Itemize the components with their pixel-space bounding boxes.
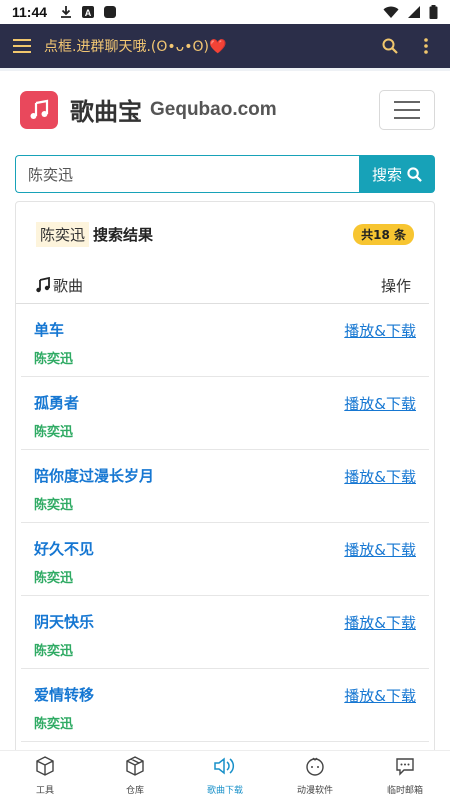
- song-title[interactable]: 陪你度过漫长岁月: [34, 465, 154, 486]
- hamburger-line: [394, 116, 420, 119]
- play-download-link[interactable]: 播放&下载: [344, 320, 416, 341]
- status-system-icons: [383, 5, 438, 19]
- play-download-link[interactable]: 播放&下载: [344, 539, 416, 560]
- logo[interactable]: [20, 90, 58, 129]
- song-title[interactable]: 爱情转移: [34, 684, 94, 705]
- play-download-link[interactable]: 播放&下载: [344, 393, 416, 414]
- box-icon: [124, 755, 146, 781]
- brand-name[interactable]: 歌曲宝: [70, 92, 142, 127]
- results-label: 搜索结果: [93, 226, 154, 244]
- nav-item[interactable]: 歌曲下载: [180, 751, 270, 800]
- search-bar: 搜索: [15, 155, 435, 193]
- bottom-navigation: 工具 仓库 歌曲下载 动漫软件 临时邮箱: [0, 750, 450, 800]
- site-header: 歌曲宝 Gequbao.com: [0, 68, 450, 148]
- search-icon: [382, 38, 398, 54]
- song-artist[interactable]: 陈奕迅: [34, 713, 73, 732]
- app-square-icon: [104, 6, 117, 18]
- results-card: 陈奕迅 搜索结果 共18 条 歌曲 操作 单车 陈奕迅 播放&下载 孤勇者 陈奕迅 播放&…: [15, 201, 435, 761]
- search-input[interactable]: [15, 155, 359, 193]
- face-icon: [304, 755, 326, 781]
- results-header: 陈奕迅 搜索结果 共18 条: [16, 202, 434, 267]
- song-artist[interactable]: 陈奕迅: [34, 567, 73, 586]
- hamburger-line: [394, 100, 420, 103]
- nav-item[interactable]: 临时邮箱: [360, 751, 450, 800]
- nav-item-label: 临时邮箱: [386, 786, 423, 796]
- song-row: 阴天快乐陈奕迅 播放&下载: [21, 596, 429, 669]
- song-artist[interactable]: 陈奕迅: [34, 348, 73, 367]
- nav-toggle-button[interactable]: [379, 89, 435, 130]
- nav-item[interactable]: 动漫软件: [270, 751, 360, 800]
- song-title[interactable]: 阴天快乐: [34, 611, 94, 632]
- query-tag: 陈奕迅: [36, 222, 90, 247]
- svg-text:A: A: [85, 8, 92, 18]
- nav-item[interactable]: 仓库: [90, 751, 180, 800]
- brand-domain[interactable]: Gequbao.com: [150, 99, 277, 121]
- song-row: 孤勇者陈奕迅 播放&下载: [21, 377, 429, 450]
- app-bar: 点框.进群聊天哦.(ʘ•ᴗ•ʘ)❤️: [0, 24, 450, 68]
- song-row: 单车陈奕迅 播放&下载: [21, 304, 429, 377]
- search-icon: [407, 166, 422, 182]
- search-button[interactable]: 搜索: [359, 155, 435, 193]
- music-note-icon: [30, 99, 49, 119]
- play-download-link[interactable]: 播放&下载: [344, 685, 416, 706]
- download-icon: [61, 6, 72, 18]
- signal-icon: [408, 6, 420, 18]
- song-title[interactable]: 孤勇者: [34, 392, 79, 413]
- menu-button[interactable]: [10, 34, 34, 58]
- column-header: 歌曲 操作: [16, 267, 429, 304]
- music-note-icon: [36, 277, 50, 293]
- cube-icon: [34, 755, 56, 781]
- column-song: 歌曲: [53, 276, 84, 295]
- app-bar-title[interactable]: 点框.进群聊天哦.(ʘ•ᴗ•ʘ)❤️: [44, 36, 368, 56]
- more-vertical-icon: [424, 38, 428, 54]
- battery-icon: [429, 5, 438, 19]
- nav-item-label: 工具: [35, 786, 54, 796]
- play-download-link[interactable]: 播放&下载: [344, 612, 416, 633]
- speaker-icon: [212, 755, 238, 781]
- app-a-icon: A: [82, 6, 95, 18]
- message-icon: [394, 755, 416, 781]
- song-artist[interactable]: 陈奕迅: [34, 640, 73, 659]
- song-artist[interactable]: 陈奕迅: [34, 421, 73, 440]
- nav-item[interactable]: 工具: [0, 751, 90, 800]
- status-notification-icons: A: [59, 5, 117, 19]
- app-search-button[interactable]: [376, 32, 404, 60]
- status-time: 11:44: [12, 4, 48, 20]
- wifi-icon: [383, 6, 399, 18]
- result-count-badge: 共18 条: [353, 224, 414, 245]
- song-title[interactable]: 好久不见: [34, 538, 94, 559]
- nav-item-label: 动漫软件: [296, 786, 333, 796]
- song-row: 爱情转移陈奕迅 播放&下载: [21, 669, 429, 742]
- column-action: 操作: [380, 276, 411, 295]
- status-bar: 11:44 A: [0, 0, 450, 24]
- song-row: 陪你度过漫长岁月 陈奕迅 播放&下载: [21, 450, 429, 523]
- hamburger-line: [394, 108, 420, 111]
- hamburger-icon: [13, 39, 31, 53]
- song-row: 好久不见陈奕迅 播放&下载: [21, 523, 429, 596]
- play-download-link[interactable]: 播放&下载: [344, 466, 416, 487]
- nav-item-label: 仓库: [125, 786, 144, 796]
- search-button-label: 搜索: [371, 165, 402, 184]
- song-title[interactable]: 单车: [34, 319, 64, 340]
- overflow-menu-button[interactable]: [412, 32, 440, 60]
- nav-item-label: 歌曲下载: [206, 786, 243, 796]
- song-list: 单车 陈奕迅 播放&下载 孤勇者 陈奕迅 播放&下载 陪你度过漫长岁月 陈奕迅 播放&下载 好久不…: [16, 304, 434, 742]
- song-artist[interactable]: 陈奕迅: [34, 494, 73, 513]
